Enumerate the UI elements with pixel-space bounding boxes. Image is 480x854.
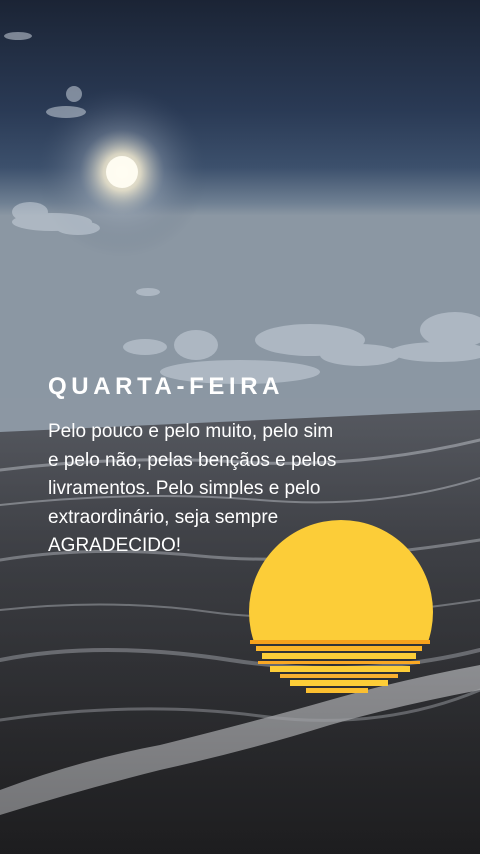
story-card: QUARTA-FEIRA Pelo pouco e pelo muito, pe… — [0, 0, 480, 854]
sunset-icon — [249, 520, 433, 693]
